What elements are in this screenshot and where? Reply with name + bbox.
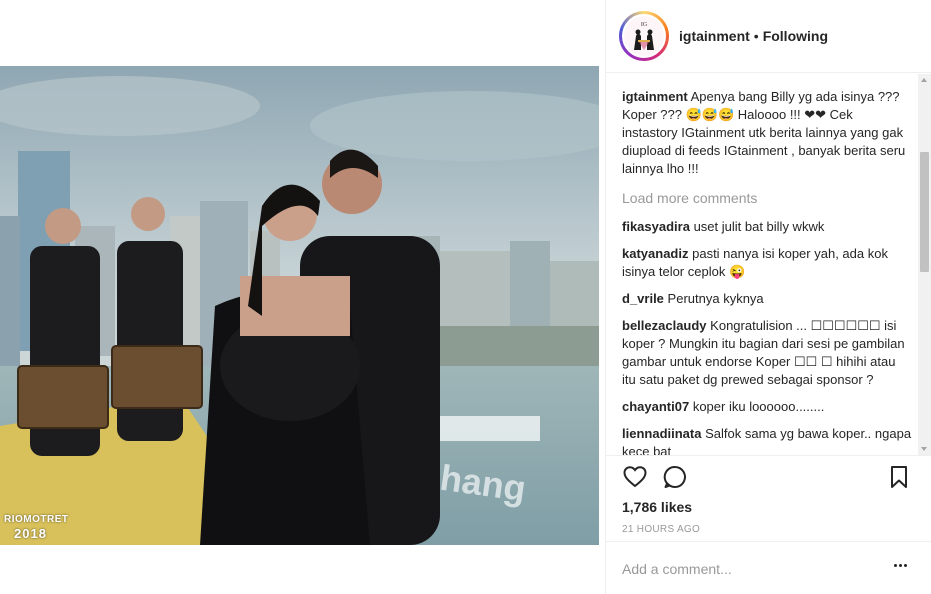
scroll-up-arrow-icon[interactable]	[921, 78, 927, 82]
header-separator: •	[753, 28, 759, 44]
post-media-area: Shang RIOMOTRET 2018	[0, 0, 599, 594]
caption-username[interactable]: igtainment	[622, 89, 688, 104]
comment-item: d_vrile Perutnya kyknya	[622, 290, 912, 308]
comment-username[interactable]: bellezaclaudy	[622, 318, 707, 333]
comment-text: uset julit bat billy wkwk	[693, 219, 825, 234]
comment-item: liennadiinata Salfok sama yg bawa koper.…	[622, 425, 912, 455]
watermark-line2: 2018	[14, 526, 47, 541]
svg-text:IG: IG	[641, 22, 648, 28]
bookmark-icon[interactable]	[886, 464, 912, 490]
post-timestamp[interactable]: 21 HOURS AGO	[622, 524, 700, 535]
post-caption: igtainment Apenya bang Billy yg ada isin…	[622, 88, 912, 178]
avatar[interactable]: IG	[619, 11, 669, 61]
following-button[interactable]: Following	[763, 28, 828, 44]
comment-item: chayanti07 koper iku loooooo........	[622, 398, 912, 416]
header-text: igtainment • Following	[679, 28, 828, 44]
more-options-icon[interactable]	[894, 564, 910, 570]
likes-count[interactable]: 1,786 likes	[622, 499, 692, 515]
comment-username[interactable]: d_vrile	[622, 291, 664, 306]
comment-text: Perutnya kyknya	[667, 291, 764, 306]
comment-username[interactable]: fikasyadira	[622, 219, 690, 234]
post-photo[interactable]: Shang RIOMOTRET 2018	[0, 66, 599, 545]
avatar-logo-icon: IG	[624, 16, 664, 56]
post-actions: 1,786 likes 21 HOURS AGO	[606, 455, 931, 540]
photo-illustration: Shang	[0, 66, 599, 545]
heart-icon[interactable]	[622, 464, 648, 490]
comment-username[interactable]: liennadiinata	[622, 426, 701, 441]
watermark-line1: RIOMOTRET	[4, 514, 69, 525]
avatar-image: IG	[622, 14, 666, 58]
comments-scrollbar[interactable]	[918, 74, 931, 455]
comment-username[interactable]: katyanadiz	[622, 246, 688, 261]
comment-item: fikasyadira uset julit bat billy wkwk	[622, 218, 912, 236]
comment-icon[interactable]	[662, 464, 688, 490]
comment-text: koper iku loooooo........	[692, 399, 825, 414]
photo-watermark: RIOMOTRET 2018	[4, 513, 69, 541]
scroll-down-arrow-icon[interactable]	[921, 447, 927, 451]
post-username-link[interactable]: igtainment	[679, 28, 750, 44]
add-comment-bar	[606, 541, 931, 594]
post-header: IG igtainment • Following	[606, 0, 931, 73]
add-comment-input[interactable]	[622, 558, 862, 580]
comment-item: bellezaclaudy Kongratulision ... ☐☐☐☐☐☐ …	[622, 317, 912, 389]
post-details-panel: IG igtainment • Following igtainment Apeny…	[605, 0, 931, 594]
load-more-comments-button[interactable]: Load more comments	[622, 190, 912, 206]
comment-item: katyanadiz pasti nanya isi koper yah, ad…	[622, 245, 912, 281]
comments-section[interactable]: igtainment Apenya bang Billy yg ada isin…	[606, 74, 931, 455]
scrollbar-thumb[interactable]	[920, 152, 929, 272]
comment-username[interactable]: chayanti07	[622, 399, 689, 414]
